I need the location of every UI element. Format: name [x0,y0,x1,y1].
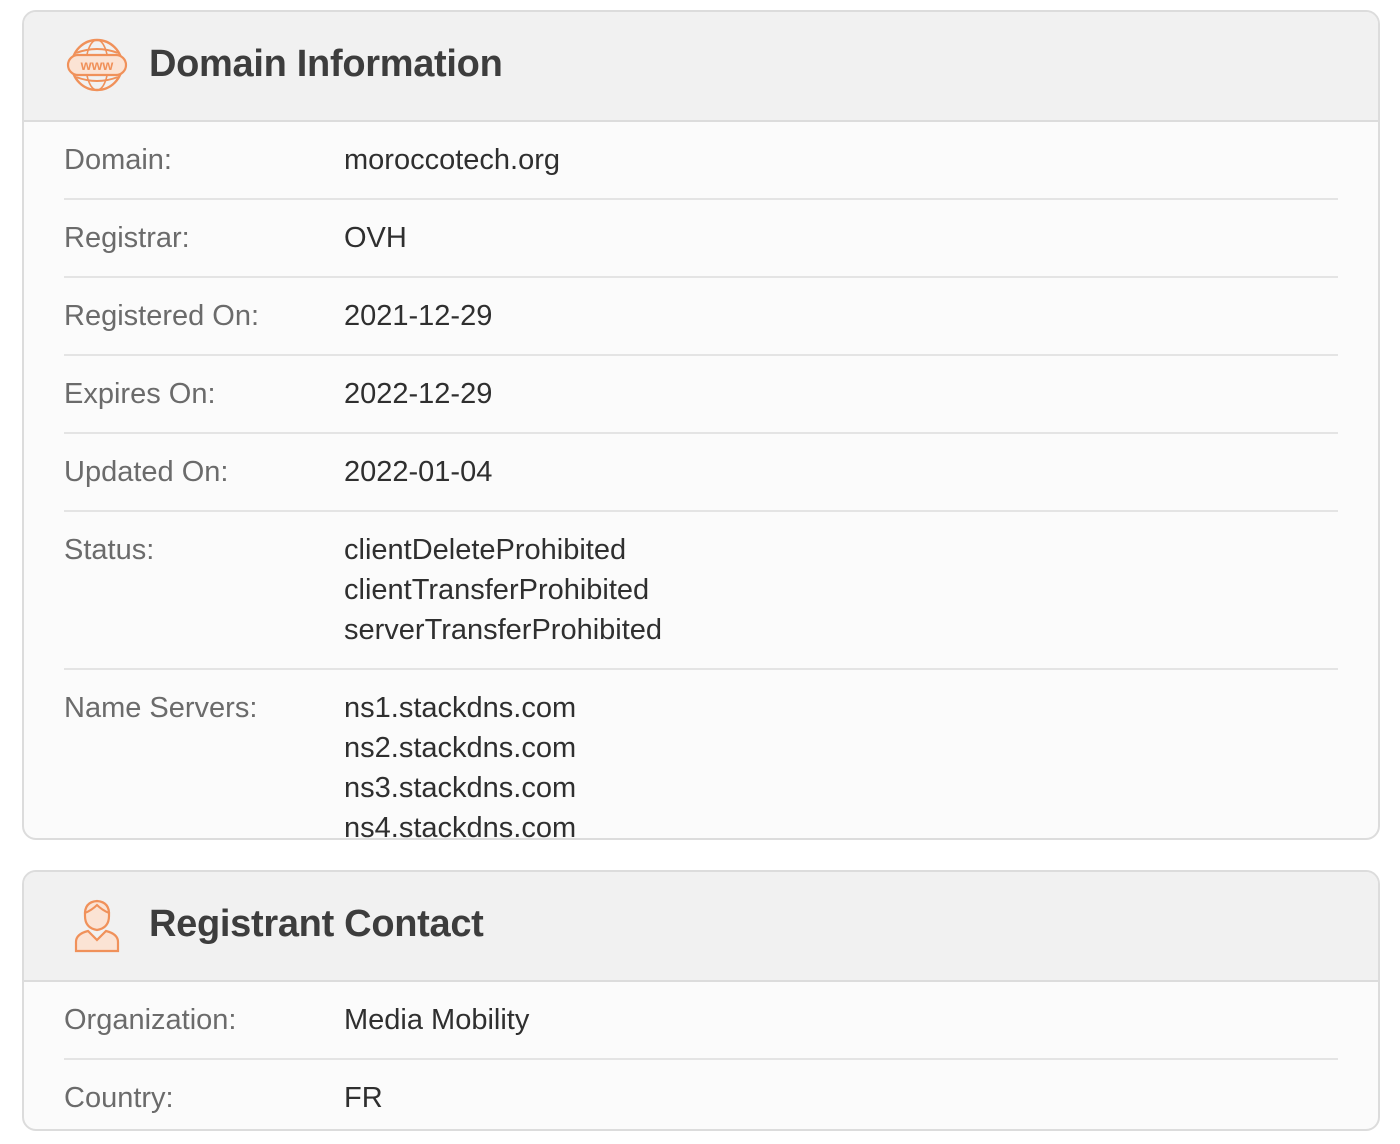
domain-information-card: www Domain Information Domain: moroccote… [22,10,1380,840]
row-country: Country: FR [64,1060,1338,1129]
row-registered-on: Registered On: 2021-12-29 [64,278,1338,356]
registered-on-value: 2021-12-29 [344,300,493,332]
registrar-label: Registrar: [64,222,190,254]
name-server-value: ns2.stackdns.com [344,732,577,764]
person-icon [66,897,128,953]
registered-on-label: Registered On: [64,300,260,332]
organization-value: Media Mobility [344,1004,530,1036]
row-updated-on: Updated On: 2022-01-04 [64,434,1338,512]
domain-label: Domain: [64,144,172,176]
name-server-value: ns4.stackdns.com [344,812,577,840]
www-globe-icon: www [66,37,128,93]
expires-on-value: 2022-12-29 [344,378,493,410]
domain-value: moroccotech.org [344,144,560,176]
row-registrar: Registrar: OVH [64,200,1338,278]
status-value: clientTransferProhibited [344,574,650,606]
status-value: clientDeleteProhibited [344,534,627,566]
row-name-servers: Name Servers: ns1.stackdns.com ns2.stack… [64,670,1338,840]
name-server-value: ns3.stackdns.com [344,772,577,804]
organization-label: Organization: [64,1004,237,1036]
row-expires-on: Expires On: 2022-12-29 [64,356,1338,434]
status-value: serverTransferProhibited [344,614,663,646]
registrant-contact-header: Registrant Contact [24,872,1378,982]
status-label: Status: [64,534,155,566]
row-domain: Domain: moroccotech.org [64,122,1338,200]
name-servers-values: ns1.stackdns.com ns2.stackdns.com ns3.st… [344,688,577,840]
registrant-contact-card: Registrant Contact Organization: Media M… [22,870,1380,1131]
updated-on-label: Updated On: [64,456,229,488]
registrant-contact-title: Registrant Contact [149,903,484,945]
updated-on-value: 2022-01-04 [344,456,493,488]
name-server-value: ns1.stackdns.com [344,692,577,724]
domain-information-table: Domain: moroccotech.org Registrar: OVH R… [64,122,1338,840]
domain-information-title: Domain Information [149,43,503,85]
registrant-contact-table: Organization: Media Mobility Country: FR [64,982,1338,1129]
status-values: clientDeleteProhibited clientTransferPro… [344,530,662,650]
name-servers-label: Name Servers: [64,692,258,724]
registrar-value: OVH [344,222,407,254]
row-status: Status: clientDeleteProhibited clientTra… [64,512,1338,670]
country-value: FR [344,1082,383,1114]
row-organization: Organization: Media Mobility [64,982,1338,1060]
expires-on-label: Expires On: [64,378,216,410]
domain-information-header: www Domain Information [24,12,1378,122]
svg-text:www: www [80,57,114,73]
country-label: Country: [64,1082,174,1114]
